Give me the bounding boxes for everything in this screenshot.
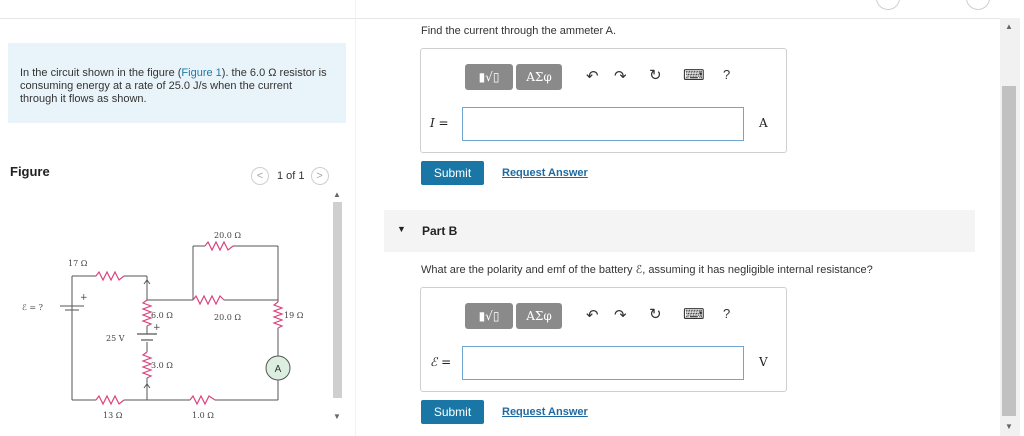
greek-label: ΑΣφ	[526, 70, 552, 84]
template-button[interactable]: ▮√▯	[465, 303, 513, 329]
label-r1: 1.0 Ω	[192, 411, 214, 420]
undo-icon[interactable]: ↶	[586, 306, 599, 324]
help-icon[interactable]: ?	[723, 306, 730, 321]
partb-variable-label: ℰ =	[430, 355, 452, 369]
resistor-20-mid	[192, 294, 225, 306]
partb-answer-input[interactable]	[462, 346, 744, 380]
scroll-up-icon[interactable]: ▲	[333, 190, 341, 199]
parta-answer-input[interactable]	[462, 107, 744, 141]
label-r19: 19 Ω	[284, 311, 304, 320]
sqrt-template-icon: ▮√▯	[478, 70, 500, 84]
pane-divider	[355, 0, 356, 436]
label-emf: ℰ = ?	[22, 303, 43, 312]
next-figure-button[interactable]: >	[310, 167, 329, 185]
greek-symbols-button[interactable]: ΑΣφ	[516, 303, 562, 329]
template-button[interactable]: ▮√▯	[465, 64, 513, 90]
label-r20-mid: 20.0 Ω	[214, 313, 241, 322]
resistor-20-top	[204, 240, 234, 252]
greek-symbols-button[interactable]: ΑΣφ	[516, 64, 562, 90]
parta-submit-button[interactable]: Submit	[421, 161, 484, 185]
label-25v-plus: +	[153, 323, 161, 333]
problem-statement-box: In the circuit shown in the figure (Figu…	[8, 43, 346, 123]
undo-icon[interactable]: ↶	[586, 67, 599, 85]
parta-answer-box: ▮√▯ ΑΣφ ↶ ↷ ↻ ⌨ ? I = A	[420, 48, 787, 153]
page-scroll-down-icon[interactable]: ▼	[1005, 422, 1013, 431]
ammeter-label: A	[275, 364, 282, 375]
collapse-triangle-icon[interactable]: ▼	[397, 224, 406, 234]
resistor-6	[141, 299, 153, 327]
keyboard-icon[interactable]: ⌨	[683, 305, 705, 323]
figure-page-count: 1 of 1	[277, 170, 305, 182]
partb-unit: V	[759, 355, 768, 369]
page-scrollbar[interactable]: ▲ ▼	[1000, 18, 1020, 436]
resistor-1	[189, 394, 216, 406]
page-scroll-thumb[interactable]	[1002, 86, 1016, 416]
figure-title: Figure	[10, 164, 50, 179]
parta-request-answer-link[interactable]: Request Answer	[502, 167, 588, 179]
reset-icon[interactable]: ↻	[649, 305, 662, 323]
circuit-diagram: A 17 Ω 6.0 Ω 20.0 Ω 20.0 Ω 19 Ω 25 V 3.0…	[22, 231, 304, 420]
label-emf-plus: +	[80, 293, 88, 303]
label-r13: 13 Ω	[103, 411, 123, 420]
label-r3: 3.0 Ω	[151, 361, 173, 370]
partb-header[interactable]: ▼ Part B	[384, 210, 975, 252]
partb-submit-button[interactable]: Submit	[421, 400, 484, 424]
partb-title: Part B	[422, 224, 458, 238]
label-r20-top: 20.0 Ω	[214, 231, 241, 240]
partb-answer-box: ▮√▯ ΑΣφ ↶ ↷ ↻ ⌨ ? ℰ = V	[420, 287, 787, 392]
figure-link[interactable]: Figure 1	[181, 67, 221, 79]
problem-text-part1: In the circuit shown in the figure (	[20, 67, 182, 79]
partb-question: What are the polarity and emf of the bat…	[421, 264, 873, 276]
sqrt-template-icon: ▮√▯	[478, 309, 500, 323]
figure-pager: < 1 of 1 >	[251, 165, 329, 187]
top-nav-circle-left[interactable]	[876, 0, 900, 10]
problem-statement: In the circuit shown in the figure (Figu…	[20, 67, 330, 106]
label-25v: 25 V	[106, 334, 125, 343]
parta-variable-label: I =	[430, 116, 449, 130]
parta-question: Find the current through the ammeter A.	[421, 25, 617, 37]
reset-icon[interactable]: ↻	[649, 66, 662, 84]
label-r6: 6.0 Ω	[151, 311, 173, 320]
prev-figure-button[interactable]: <	[251, 167, 269, 185]
chevron-right-icon: >	[316, 170, 323, 182]
parta-unit: A	[759, 116, 768, 130]
figure-scroll-thumb[interactable]	[333, 202, 342, 398]
top-nav-circle-right[interactable]	[966, 0, 990, 10]
scroll-down-icon[interactable]: ▼	[333, 412, 341, 421]
resistor-3	[141, 351, 153, 379]
resistor-17	[95, 270, 125, 282]
resistor-19	[272, 301, 284, 329]
redo-icon[interactable]: ↷	[614, 306, 627, 324]
page-scroll-up-icon[interactable]: ▲	[1005, 22, 1013, 31]
top-divider	[0, 18, 1000, 19]
greek-label: ΑΣφ	[526, 309, 552, 323]
resistor-13	[95, 394, 125, 406]
figure-scrollbar[interactable]: ▲ ▼	[330, 190, 344, 430]
chevron-left-icon: <	[256, 170, 264, 182]
label-r17: 17 Ω	[68, 259, 88, 268]
partb-request-answer-link[interactable]: Request Answer	[502, 406, 588, 418]
redo-icon[interactable]: ↷	[614, 67, 627, 85]
help-icon[interactable]: ?	[723, 67, 730, 82]
keyboard-icon[interactable]: ⌨	[683, 66, 705, 84]
